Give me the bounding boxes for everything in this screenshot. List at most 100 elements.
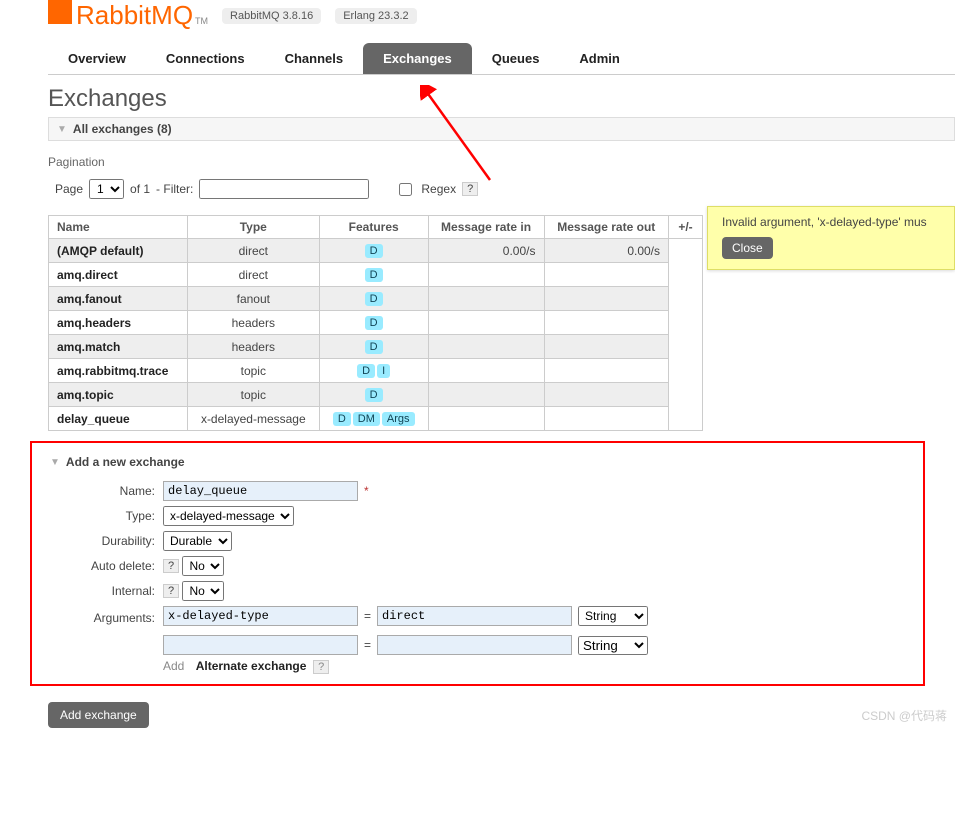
cell-type: headers (187, 311, 319, 335)
cell-type: x-delayed-message (187, 407, 319, 431)
feature-badge: D (365, 292, 383, 306)
durability-select[interactable]: Durable (163, 531, 232, 551)
cell-rate-in (428, 311, 544, 335)
add-exchange-panel: ▼ Add a new exchange Name: * Type: x-del… (30, 441, 925, 686)
name-input[interactable] (163, 481, 358, 501)
autodelete-select[interactable]: No (182, 556, 224, 576)
section-all-exchanges[interactable]: ▼ All exchanges (8) (48, 117, 955, 141)
cell-rate-out: 0.00/s (544, 239, 669, 263)
feature-badge: D (365, 340, 383, 354)
exchange-link[interactable]: amq.fanout (57, 292, 122, 306)
arg-eq: = (364, 638, 371, 652)
cell-rate-out (544, 383, 669, 407)
add-arg-link[interactable]: Add (163, 659, 184, 673)
alt-exchange-help[interactable]: ? (313, 660, 329, 674)
tab-channels[interactable]: Channels (265, 43, 364, 74)
filter-input[interactable] (199, 179, 369, 199)
arg2-type-select[interactable]: String (578, 636, 648, 655)
close-button[interactable]: Close (722, 237, 773, 259)
exchange-link[interactable]: amq.match (57, 340, 120, 354)
cell-rate-out (544, 287, 669, 311)
rabbitmq-icon (48, 0, 72, 24)
chevron-down-icon: ▼ (50, 457, 60, 468)
cell-features: DDMArgs (319, 407, 428, 431)
feature-badge: D (365, 316, 383, 330)
cell-features: D (319, 383, 428, 407)
exchange-link[interactable]: delay_queue (57, 412, 130, 426)
arg1-val-input[interactable] (377, 606, 572, 626)
table-row: amq.direct directD (49, 263, 703, 287)
arg2-val-input[interactable] (377, 635, 572, 655)
regex-checkbox[interactable] (399, 183, 412, 196)
cell-type: direct (187, 263, 319, 287)
cell-rate-out (544, 311, 669, 335)
col-name[interactable]: Name (49, 216, 188, 239)
autodelete-label: Auto delete: (50, 559, 155, 573)
cell-rate-in (428, 383, 544, 407)
feature-badge: I (377, 364, 390, 378)
exchange-link[interactable]: amq.topic (57, 388, 114, 402)
pagination-label: Pagination (48, 155, 955, 169)
main-tabs: Overview Connections Channels Exchanges … (48, 43, 955, 75)
section-all-label: All exchanges (8) (73, 122, 172, 136)
cell-features: D (319, 239, 428, 263)
exchanges-table: Name Type Features Message rate in Messa… (48, 215, 703, 431)
annotation-arrow (420, 85, 500, 185)
name-label: Name: (50, 484, 155, 498)
section-add-exchange[interactable]: ▼ Add a new exchange (50, 451, 905, 473)
exchange-link[interactable]: amq.rabbitmq.trace (57, 364, 168, 378)
cell-type: headers (187, 335, 319, 359)
cell-rate-in (428, 263, 544, 287)
exchange-link[interactable]: amq.direct (57, 268, 118, 282)
cell-type: direct (187, 239, 319, 263)
cell-features: D (319, 263, 428, 287)
autodelete-help[interactable]: ? (163, 559, 179, 573)
col-toggle[interactable]: +/- (669, 216, 703, 239)
arg2-key-input[interactable] (163, 635, 358, 655)
exchange-link[interactable]: (AMQP default) (57, 244, 143, 258)
add-exchange-button[interactable]: Add exchange (48, 702, 149, 728)
tab-connections[interactable]: Connections (146, 43, 265, 74)
cell-rate-out (544, 335, 669, 359)
type-label: Type: (50, 509, 155, 523)
cell-features: D (319, 311, 428, 335)
version-rabbitmq: RabbitMQ 3.8.16 (222, 8, 321, 24)
cell-rate-in (428, 335, 544, 359)
cell-type: fanout (187, 287, 319, 311)
brand-name: RabbitMQ (76, 0, 193, 31)
arg1-type-select[interactable]: String (578, 606, 648, 626)
tab-exchanges[interactable]: Exchanges (363, 43, 472, 74)
col-rate-in[interactable]: Message rate in (428, 216, 544, 239)
cell-toggle[interactable] (669, 239, 703, 431)
col-rate-out[interactable]: Message rate out (544, 216, 669, 239)
arg1-key-input[interactable] (163, 606, 358, 626)
tab-queues[interactable]: Queues (472, 43, 560, 74)
cell-rate-out (544, 407, 669, 431)
exchange-link[interactable]: amq.headers (57, 316, 131, 330)
internal-select[interactable]: No (182, 581, 224, 601)
watermark: CSDN @代码蒋 (861, 707, 947, 724)
feature-badge: D (357, 364, 375, 378)
tab-admin[interactable]: Admin (559, 43, 639, 74)
internal-help[interactable]: ? (163, 584, 179, 598)
internal-label: Internal: (50, 584, 155, 598)
feature-badge: D (365, 388, 383, 402)
page-of: of 1 (130, 182, 150, 196)
type-select[interactable]: x-delayed-message (163, 506, 294, 526)
durability-label: Durability: (50, 534, 155, 548)
cell-features: D (319, 287, 428, 311)
table-row: amq.headers headers D (49, 311, 703, 335)
col-type[interactable]: Type (187, 216, 319, 239)
arguments-label: Arguments: (50, 611, 155, 625)
col-features[interactable]: Features (319, 216, 428, 239)
table-row: amq.match headers D (49, 335, 703, 359)
chevron-down-icon: ▼ (57, 124, 67, 135)
alt-exchange-link[interactable]: Alternate exchange (196, 659, 307, 673)
tab-overview[interactable]: Overview (48, 43, 146, 74)
page-select[interactable]: 1 (89, 179, 124, 199)
table-row: (AMQP default)directD0.00/s0.00/s (49, 239, 703, 263)
cell-rate-in: 0.00/s (428, 239, 544, 263)
cell-rate-out (544, 359, 669, 383)
logo: RabbitMQ TM (48, 0, 208, 31)
feature-badge: Args (382, 412, 415, 426)
